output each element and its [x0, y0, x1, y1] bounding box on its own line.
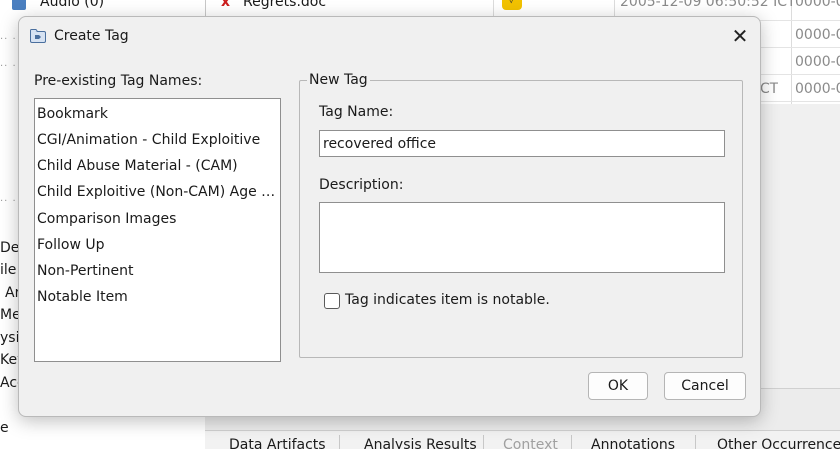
- description-input[interactable]: [319, 202, 725, 273]
- dialog-titlebar[interactable]: Create Tag ✕: [19, 17, 760, 55]
- tree-item-partial[interactable]: ile: [0, 262, 16, 278]
- deleted-file-icon: x: [221, 0, 231, 10]
- table-cell-date: CT: [760, 81, 779, 97]
- list-item[interactable]: Child Exploitive (Non-CAM) Age Difficult: [37, 182, 280, 204]
- tag-name-input[interactable]: [319, 130, 725, 157]
- tab-context: Context: [503, 437, 558, 449]
- preexisting-tags-label: Pre-existing Tag Names:: [34, 73, 203, 89]
- preexisting-tags-list[interactable]: Bookmark CGI/Animation - Child Exploitiv…: [34, 98, 281, 362]
- tree-item-partial[interactable]: e: [0, 420, 9, 436]
- close-button[interactable]: ✕: [725, 23, 755, 49]
- list-item[interactable]: Notable Item: [37, 287, 280, 309]
- cancel-button[interactable]: Cancel: [664, 372, 746, 400]
- tag-icon: [30, 29, 46, 43]
- tab-analysis-results[interactable]: Analysis Results: [364, 437, 477, 449]
- notable-checkbox-label[interactable]: Tag indicates item is notable.: [345, 292, 550, 308]
- viewer-tab-bar: Data Artifacts Analysis Results Context …: [205, 430, 840, 449]
- description-label: Description:: [319, 177, 404, 193]
- tree-connector: ·· ·: [0, 34, 17, 45]
- tag-name-label: Tag Name:: [319, 104, 394, 120]
- table-cell-date: 0000-0: [795, 0, 840, 10]
- create-tag-dialog: Create Tag ✕ Pre-existing Tag Names: Boo…: [18, 16, 761, 417]
- tree-connector: ·· ·: [0, 196, 17, 207]
- tab-divider: [695, 435, 696, 449]
- new-tag-group: New Tag Tag Name: Description: Tag indic…: [299, 72, 743, 358]
- tab-data-artifacts[interactable]: Data Artifacts: [229, 437, 326, 449]
- tab-divider: [339, 435, 340, 449]
- list-item[interactable]: Non-Pertinent: [37, 261, 280, 283]
- list-item[interactable]: Child Abuse Material - (CAM): [37, 156, 280, 178]
- tab-annotations[interactable]: Annotations: [591, 437, 675, 449]
- list-item[interactable]: Follow Up: [37, 235, 280, 257]
- warning-icon: [502, 0, 522, 10]
- list-item[interactable]: Bookmark: [37, 104, 280, 126]
- dialog-title: Create Tag: [54, 28, 129, 44]
- tab-other-occurrences[interactable]: Other Occurrences: [717, 437, 840, 449]
- tab-divider: [571, 435, 572, 449]
- list-item[interactable]: Comparison Images: [37, 209, 280, 231]
- tab-divider: [483, 435, 484, 449]
- list-item[interactable]: CGI/Animation - Child Exploitive: [37, 130, 280, 152]
- notable-checkbox[interactable]: [324, 293, 340, 309]
- tree-item-audio[interactable]: Audio (0): [40, 0, 104, 10]
- tree-connector: ·· ·: [0, 61, 17, 72]
- audio-folder-icon: [12, 0, 26, 10]
- new-tag-group-title: New Tag: [307, 72, 370, 88]
- ok-button[interactable]: OK: [588, 372, 648, 400]
- table-cell-date: 0000-0: [795, 81, 840, 97]
